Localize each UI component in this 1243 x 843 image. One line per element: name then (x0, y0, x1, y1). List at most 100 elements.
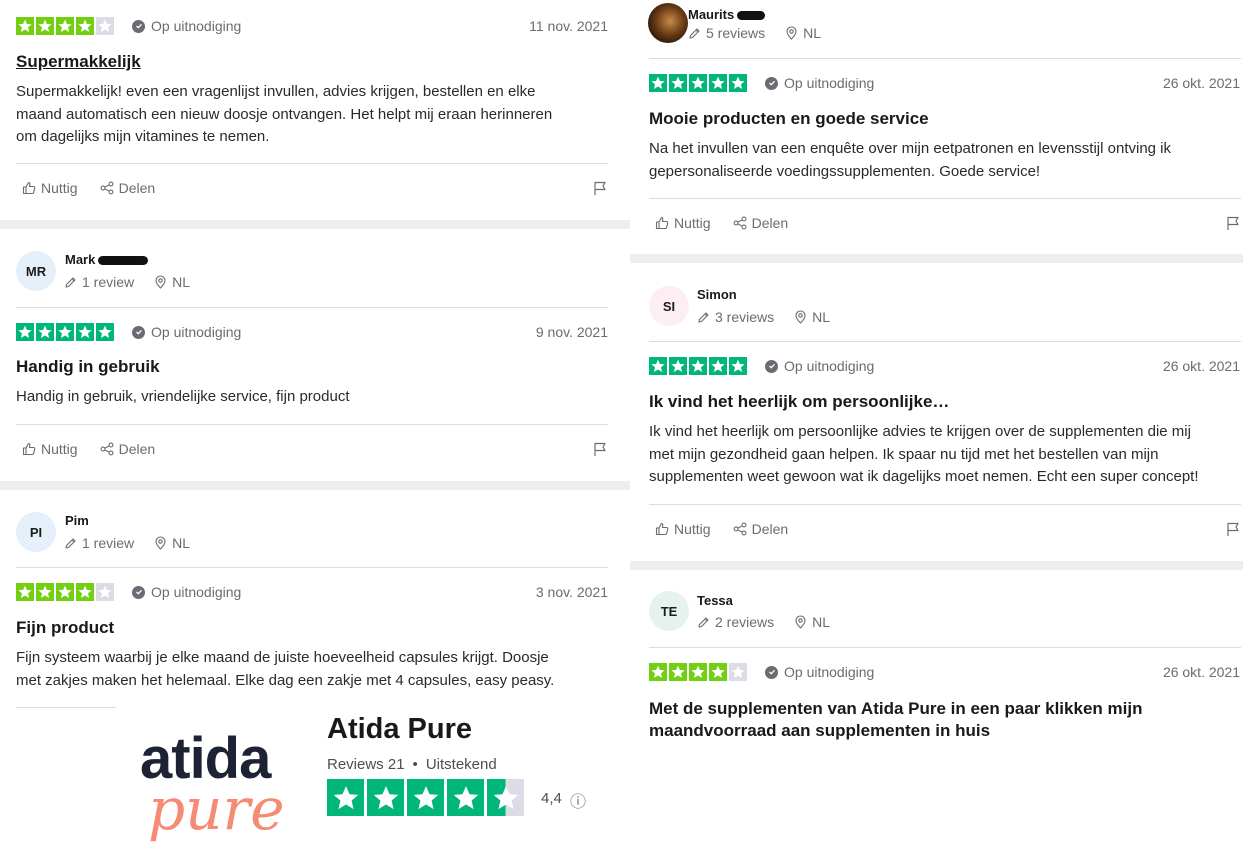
review-date: 26 okt. 2021 (1162, 75, 1240, 91)
brand-name[interactable]: Atida Pure (327, 713, 472, 746)
star-icon (96, 17, 114, 35)
avatar: TE (649, 591, 689, 631)
country: NL (154, 274, 190, 290)
divider (649, 198, 1241, 199)
card-separator (0, 220, 630, 229)
review-count-text: 1 review (82, 274, 135, 290)
flag-icon[interactable] (1226, 216, 1240, 236)
star-icon (669, 663, 687, 681)
star-icon (669, 74, 687, 92)
review-date: 26 okt. 2021 (1162, 358, 1240, 374)
review-body-line: supplementen weet gewoon wat ik dagelijk… (649, 468, 1199, 485)
reviewer-meta: 1 review NL (64, 535, 204, 551)
check-circle-icon (765, 76, 778, 90)
brand-star-rating (327, 779, 524, 816)
pencil-icon (64, 537, 77, 550)
star-icon (689, 663, 707, 681)
star-icon (729, 663, 747, 681)
review-body-line: om dagelijks mijn vitamines te nemen. (16, 128, 270, 145)
review-date: 26 okt. 2021 (1162, 664, 1240, 680)
verified-text: Op uitnodiging (784, 75, 875, 91)
share-label: Delen (118, 180, 156, 196)
review-body-line: Na het invullen van een enquête over mij… (649, 140, 1171, 157)
thumbs-up-icon (655, 216, 669, 230)
helpful-label: Nuttig (674, 215, 711, 231)
review-count: 5 reviews (688, 25, 765, 41)
review-count-text: 5 reviews (706, 25, 766, 41)
flag-icon[interactable] (593, 181, 607, 201)
reviewer-name[interactable]: Maurits (688, 7, 766, 22)
check-circle-icon (765, 665, 778, 679)
divider (649, 647, 1241, 648)
thumbs-up-icon (22, 442, 36, 456)
review-title[interactable]: Ik vind het heerlijk om persoonlijke… (649, 392, 949, 412)
review-body-line: met zakjes maken het helemaal. Elke dag … (16, 671, 555, 689)
reviewer-name[interactable]: Pim (65, 513, 89, 528)
review-body: Na het invullen van een enquête over mij… (649, 138, 1243, 183)
review-title[interactable]: Met de supplementen van Atida Pure in ee… (649, 698, 1243, 742)
helpful-button[interactable]: Nuttig (22, 441, 78, 457)
star-icon (649, 663, 667, 681)
info-icon[interactable]: ⓘ (570, 788, 586, 812)
country: NL (794, 309, 830, 325)
share-button[interactable]: Delen (733, 521, 788, 537)
reviewer-name[interactable]: Mark (65, 252, 149, 267)
divider (649, 341, 1241, 342)
reviewer-name[interactable]: Tessa (697, 593, 733, 608)
review-title[interactable]: Mooie producten en goede service (649, 109, 929, 129)
location-pin-icon (794, 310, 807, 324)
pencil-icon (697, 616, 710, 629)
review-title[interactable]: Supermakkelijk (16, 52, 141, 72)
flag-icon[interactable] (1226, 522, 1240, 542)
review-date: 11 nov. 2021 (529, 18, 608, 34)
avatar: PI (16, 512, 56, 552)
review-body: Handig in gebruik, vriendelijke service,… (16, 386, 616, 409)
review-count: 3 reviews (697, 309, 774, 325)
review-body-line: maand automatisch een nieuw doosje ontva… (16, 105, 553, 123)
flag-icon[interactable] (593, 442, 607, 462)
divider (16, 707, 116, 708)
helpful-button[interactable]: Nuttig (22, 180, 78, 196)
check-circle-icon (132, 585, 145, 599)
review-count-text: 2 reviews (715, 614, 775, 630)
check-circle-icon (132, 19, 145, 33)
share-button[interactable]: Delen (100, 441, 155, 457)
star-icon (36, 17, 54, 35)
star-rating (649, 74, 747, 92)
star-rating (16, 323, 114, 341)
avatar-initials: SI (662, 298, 676, 314)
review-title[interactable]: Fijn product (16, 618, 114, 638)
star-icon (56, 323, 74, 341)
divider (649, 504, 1241, 505)
star-icon (709, 74, 727, 92)
star-icon (16, 17, 34, 35)
avatar: SI (649, 286, 689, 326)
pencil-icon (697, 311, 710, 324)
review-title-line: maandvoorraad aan supplementen in huis (649, 721, 991, 740)
card-separator (630, 254, 1243, 263)
brand-summary: Reviews 21 • Uitstekend (327, 756, 497, 773)
share-button[interactable]: Delen (100, 180, 156, 196)
star-icon (16, 583, 34, 601)
reviewer-name[interactable]: Simon (697, 287, 737, 302)
review-body: Ik vind het heerlijk om persoonlijke adv… (649, 421, 1243, 489)
check-circle-icon (765, 359, 778, 373)
star-icon (36, 583, 54, 601)
location-pin-icon (154, 275, 167, 289)
star-icon (649, 74, 667, 92)
brand-review-count[interactable]: Reviews 21 (327, 756, 405, 773)
bullet-separator: • (412, 756, 418, 773)
star-rating (649, 663, 747, 681)
share-icon (733, 522, 747, 536)
avatar-initials: TE (660, 603, 678, 619)
verified-label: Op uitnodiging (132, 324, 241, 340)
review-body: Fijn systeem waarbij je elke maand de ju… (16, 647, 616, 692)
review-title[interactable]: Handig in gebruik (16, 357, 160, 377)
star-icon (56, 583, 74, 601)
review-body-line: met mijn gezondheid gaan helpen. Ik spaa… (649, 445, 1159, 463)
helpful-button[interactable]: Nuttig (655, 215, 711, 231)
divider (16, 567, 608, 568)
helpful-button[interactable]: Nuttig (655, 521, 711, 537)
share-button[interactable]: Delen (733, 215, 788, 231)
divider (16, 163, 608, 164)
